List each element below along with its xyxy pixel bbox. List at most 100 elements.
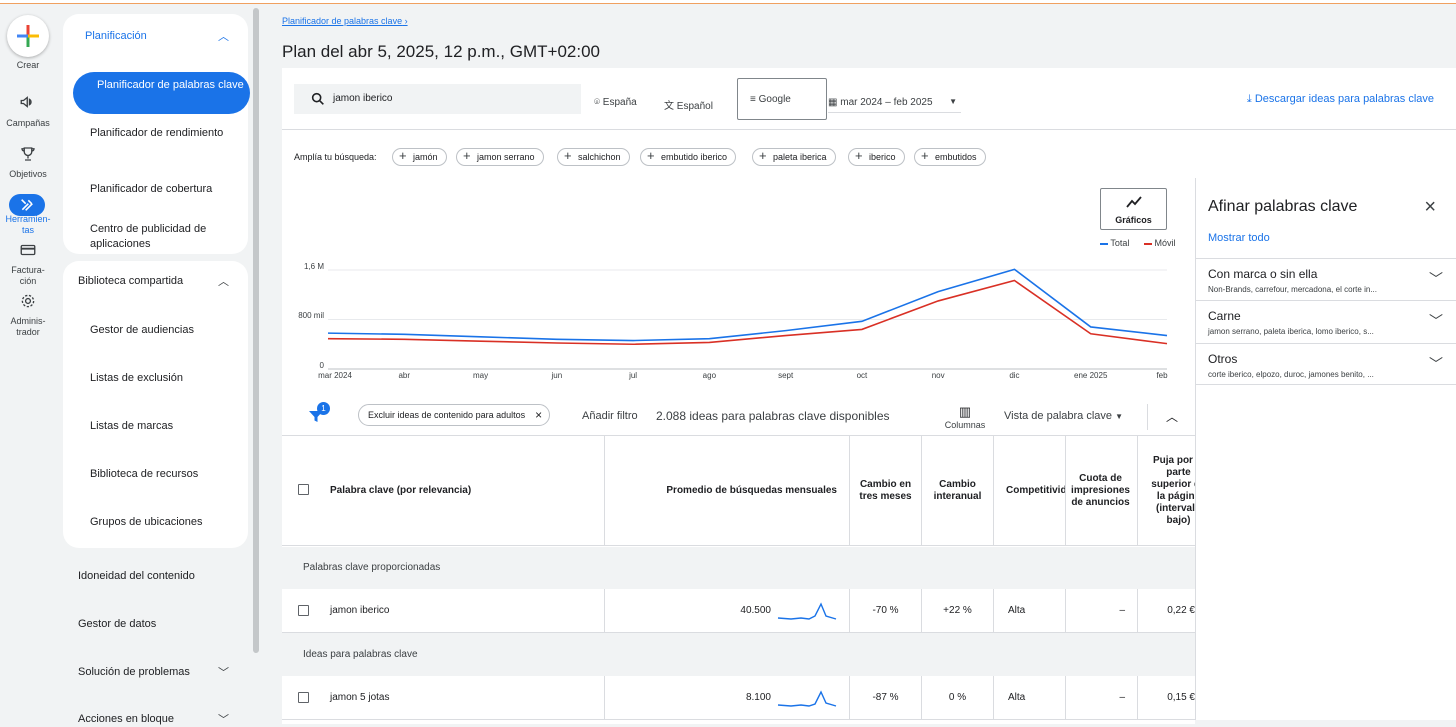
broaden-chip[interactable]: embutido iberico [640,148,737,166]
row-sparkline [777,689,837,707]
column-header-yoy[interactable]: Cambio interanual [922,436,994,546]
filter-count-badge: 1 [317,402,330,415]
row-searches: 40.500 [740,605,771,616]
add-filter-button[interactable]: Añadir filtro [582,410,638,422]
chevron-down-icon[interactable]: ﹀ [218,711,229,727]
plus-icon [17,25,39,47]
table-row[interactable]: jamon iberico 40.500 -70 % +22 % Alta – … [282,589,1195,633]
row-three-month: -70 % [850,589,922,632]
menu-item-performance-planner[interactable]: Planificador de rendimiento [90,126,240,141]
megaphone-icon[interactable] [17,93,39,115]
search-input[interactable]: jamon iberico [294,84,581,114]
language-selector[interactable]: 文 Español [664,97,713,112]
search-value: jamon iberico [333,93,393,104]
x-tick-label: may [472,371,489,380]
refine-group[interactable]: Otros corte iberico, elpozo, duroc, jamo… [1196,343,1456,385]
row-checkbox[interactable] [298,605,309,616]
chevron-down-icon[interactable]: ﹀ [1429,311,1443,331]
tools-menu: Planificación ︿ Planificador de palabras… [56,4,256,726]
navigation-rail: Crear Campañas Objetivos Herramien- tas … [0,4,56,720]
rail-label-billing[interactable]: Factura- ción [0,265,56,287]
row-three-month: -87 % [850,676,922,719]
x-tick-label: jun [551,371,563,380]
menu-item-data-manager[interactable]: Gestor de datos [78,617,228,632]
x-tick-label: jul [629,371,638,380]
adult-filter-chip[interactable]: Excluir ideas de contenido para adultos × [358,404,551,426]
billing-icon[interactable] [17,241,39,263]
group-keyword-ideas: Ideas para palabras clave [282,633,1195,676]
search-icon [311,92,324,105]
menu-item-placement-groups[interactable]: Grupos de ubicaciones [90,515,240,530]
download-ideas-link[interactable]: ⤓ Descargar ideas para palabras clave [1247,93,1434,106]
network-icon: ≡ [750,94,756,105]
select-all-checkbox[interactable] [298,484,309,495]
tools-icon[interactable] [9,194,45,216]
menu-item-brand-lists[interactable]: Listas de marcas [90,419,240,434]
menu-item-audiences[interactable]: Gestor de audiencias [90,323,240,338]
rail-label-admin[interactable]: Adminis- trador [0,316,56,338]
broaden-chip[interactable]: jamon serrano [456,148,544,166]
menu-item-content-suitability[interactable]: Idoneidad del contenido [78,569,228,584]
menu-item-keyword-planner[interactable]: Planificador de palabras clave [73,72,250,114]
row-share: – [1066,589,1138,632]
refine-keywords-panel: Afinar palabras clave × Mostrar todo Con… [1195,178,1456,720]
row-competition: Alta [994,676,1066,719]
chevron-up-icon[interactable]: ︿ [218,28,229,44]
dropdown-arrow-icon: ▼ [1115,412,1124,421]
close-icon[interactable]: × [1424,196,1436,219]
broaden-chip[interactable]: salchichon [557,148,630,166]
refine-group[interactable]: Carne jamon serrano, paleta iberica, lom… [1196,300,1456,342]
collapse-chevron-icon[interactable]: ︿ [1166,408,1178,425]
x-tick-label: abr [398,371,411,380]
create-label: Crear [16,60,40,70]
broaden-chip[interactable]: iberico [848,148,905,166]
refine-title: Afinar palabras clave [1208,198,1358,215]
rail-label-campaigns[interactable]: Campañas [0,118,56,129]
chevron-down-icon[interactable]: ﹀ [218,664,229,680]
network-selector[interactable]: ≡ Google [737,78,827,120]
ideas-count: 2.088 ideas para palabras clave disponib… [656,409,890,423]
column-header-keyword[interactable]: Palabra clave (por relevancia) [282,436,605,546]
breadcrumb[interactable]: Planificador de palabras clave › [282,16,408,26]
rail-label-tools[interactable]: Herramien- tas [0,214,56,236]
keyword-table: Palabra clave (por relevancia) Promedio … [282,436,1208,724]
refine-group[interactable]: Con marca o sin ella Non-Brands, carrefo… [1196,258,1456,300]
close-icon[interactable]: × [535,405,542,425]
broaden-chip[interactable]: paleta iberica [752,148,836,166]
column-header-competition[interactable]: Competitividad [994,436,1066,546]
menu-item-app-advertising[interactable]: Centro de publicidad de aplicaciones [90,222,240,252]
row-yoy: 0 % [922,676,994,719]
page-title: Plan del abr 5, 2025, 12 p.m., GMT+02:00 [282,42,600,61]
planning-header[interactable]: Planificación [85,30,147,42]
chevron-down-icon[interactable]: ﹀ [1429,354,1443,374]
trophy-icon[interactable] [17,145,39,167]
library-header[interactable]: Biblioteca compartida [78,275,183,287]
broaden-chip[interactable]: jamón [392,148,447,166]
show-all-link[interactable]: Mostrar todo [1208,232,1270,244]
menu-item-exclusion-lists[interactable]: Listas de exclusión [90,371,240,386]
row-checkbox[interactable] [298,692,309,703]
rail-label-goals[interactable]: Objetivos [0,169,56,180]
create-button[interactable] [7,15,49,57]
menu-item-reach-planner[interactable]: Planificador de cobertura [90,182,240,197]
series-line-total [327,268,1168,342]
keyword-view-dropdown[interactable]: Vista de palabra clave ▼ [1004,410,1123,422]
column-header-searches[interactable]: Promedio de búsquedas mensuales [605,436,850,546]
menu-item-asset-library[interactable]: Biblioteca de recursos [90,467,240,482]
table-row[interactable]: jamon 5 jotas 8.100 -87 % 0 % Alta – 0,1… [282,676,1195,720]
columns-button[interactable]: ▥ Columnas [935,404,995,430]
menu-item-troubleshooting[interactable]: Solución de problemas [78,665,228,680]
library-card: Biblioteca compartida ︿ Gestor de audien… [63,261,248,548]
date-range-selector[interactable]: ▦ mar 2024 – feb 2025 ▼ [828,97,961,113]
filter-icon[interactable]: 1 [308,402,330,429]
x-tick-label: mar 2024 [318,371,352,380]
location-selector[interactable]: ⌾ España [594,97,637,108]
menu-scrollbar[interactable] [253,8,259,653]
broaden-chip[interactable]: embutidos [914,148,986,166]
column-header-three-month[interactable]: Cambio en tres meses [850,436,922,546]
chevron-up-icon[interactable]: ︿ [218,273,229,289]
gear-icon[interactable] [17,292,39,314]
search-panel: jamon iberico ⌾ España 文 Español ≡ Googl… [282,68,1456,178]
chevron-down-icon[interactable]: ﹀ [1429,269,1443,289]
column-header-impression-share[interactable]: Cuota de impresiones de anuncios [1066,436,1138,546]
